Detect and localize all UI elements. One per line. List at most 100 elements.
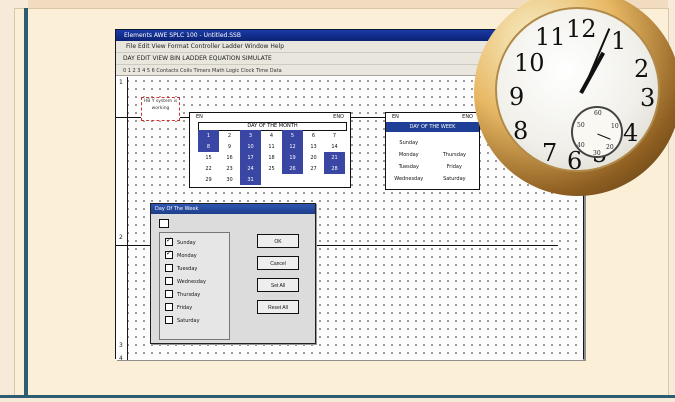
- weekday-option[interactable]: Monday: [165, 248, 229, 261]
- rung-number: 1: [119, 79, 123, 86]
- week-en-label: EN: [392, 114, 399, 120]
- checkbox-icon[interactable]: [165, 302, 173, 311]
- seconds-subdial: 60 10 20 30 40 50: [571, 106, 623, 158]
- month-day-cell[interactable]: 12: [282, 141, 303, 152]
- reset-all-button[interactable]: Reset All: [257, 300, 299, 314]
- weekday-option[interactable]: Tuesday: [165, 263, 229, 274]
- checkbox-icon[interactable]: [165, 235, 173, 246]
- month-eno-label: ENO: [333, 114, 344, 120]
- month-day-cell[interactable]: 8: [198, 141, 219, 152]
- screenshot-frame: Elements AWE SPLC 100 - Untitled.SSB Fil…: [0, 0, 675, 402]
- month-day-cell[interactable]: 2: [219, 130, 240, 141]
- weekday-option[interactable]: Sunday: [165, 235, 229, 248]
- dialog-title[interactable]: Day Of The Week: [151, 204, 315, 214]
- calendar-icon: [159, 219, 169, 228]
- month-day-cell[interactable]: 18: [261, 152, 282, 163]
- month-day-cell[interactable]: [282, 174, 303, 185]
- month-day-cell[interactable]: 24: [240, 163, 261, 174]
- weekday-label: Thursday: [177, 292, 201, 298]
- bottom-accent-rule: [0, 395, 675, 398]
- month-day-cell[interactable]: 3: [240, 130, 261, 141]
- cancel-button[interactable]: Cancel: [257, 256, 299, 270]
- subdial-number: 20: [606, 144, 614, 151]
- month-day-cell[interactable]: 13: [303, 141, 324, 152]
- week-block-header: EN ENO: [386, 113, 479, 121]
- month-day-cell[interactable]: 19: [282, 152, 303, 163]
- week-day-label: [432, 132, 478, 144]
- weekday-label: Saturday: [177, 318, 200, 324]
- day-of-week-dialog[interactable]: Day Of The Week Sunday Monday Tuesday We…: [150, 203, 316, 344]
- month-day-cell[interactable]: 17: [240, 152, 261, 163]
- watch-number: 11: [535, 23, 566, 51]
- month-day-cell[interactable]: 10: [240, 141, 261, 152]
- month-day-cell[interactable]: 23: [219, 163, 240, 174]
- month-day-cell[interactable]: 9: [219, 141, 240, 152]
- ladder-left-rail: 1 2 3 4: [116, 77, 128, 360]
- month-day-cell[interactable]: 6: [303, 130, 324, 141]
- week-day-label: Wednesday: [394, 176, 424, 182]
- week-day-label: Thursday: [442, 152, 466, 158]
- week-days-grid: Sunday Monday Thursday Tuesday Friday Wedn…: [386, 132, 479, 185]
- month-day-cell[interactable]: 11: [261, 141, 282, 152]
- week-day-label: Monday: [398, 152, 419, 158]
- weekday-label: Sunday: [177, 240, 196, 246]
- watch-number: 3: [640, 84, 656, 112]
- weekday-label: Friday: [177, 305, 193, 311]
- watch-number: 7: [542, 139, 558, 167]
- subdial-number: 10: [611, 123, 619, 130]
- watch-number: 4: [623, 119, 639, 147]
- month-day-cell[interactable]: 4: [261, 130, 282, 141]
- day-of-week-block[interactable]: EN ENO DAY OF THE WEEK Sunday Monday Thur…: [385, 112, 480, 190]
- rung-number: 2: [119, 234, 123, 241]
- month-day-cell[interactable]: 26: [282, 163, 303, 174]
- month-day-cell[interactable]: 20: [303, 152, 324, 163]
- month-day-cell[interactable]: 31: [240, 174, 261, 185]
- contact-comment[interactable]: HB Y system is working: [141, 97, 180, 121]
- month-day-cell[interactable]: 29: [198, 174, 219, 185]
- month-day-cell[interactable]: 5: [282, 130, 303, 141]
- month-day-cell[interactable]: 15: [198, 152, 219, 163]
- set-all-button[interactable]: Set All: [257, 278, 299, 292]
- watch-number: 2: [634, 55, 650, 83]
- month-day-cell[interactable]: [303, 174, 324, 185]
- month-day-cell[interactable]: 21: [324, 152, 345, 163]
- month-day-cell[interactable]: 30: [219, 174, 240, 185]
- subdial-number: 30: [593, 150, 601, 157]
- month-calendar: 1 2 3 4 5 6 7 8 9 10 11 12 13 14 15 16 1…: [198, 130, 345, 185]
- month-day-cell[interactable]: 7: [324, 130, 345, 141]
- week-day-label: Friday: [446, 164, 462, 170]
- weekday-label: Tuesday: [177, 266, 198, 272]
- weekday-option[interactable]: Thursday: [165, 289, 229, 300]
- month-day-cell[interactable]: 28: [324, 163, 345, 174]
- month-day-cell[interactable]: [324, 174, 345, 185]
- week-day-label: Sunday: [399, 140, 419, 146]
- weekday-option[interactable]: Friday: [165, 302, 229, 313]
- subdial-number: 50: [577, 122, 585, 129]
- checkbox-icon[interactable]: [165, 263, 173, 272]
- checkbox-icon[interactable]: [165, 248, 173, 259]
- day-of-month-block[interactable]: EN ENO DAY OF THE MONTH 1 2 3 4 5 6 7 8 …: [189, 112, 351, 188]
- month-day-cell[interactable]: 22: [198, 163, 219, 174]
- subdial-hand: [597, 133, 611, 140]
- checkbox-icon[interactable]: [165, 289, 173, 298]
- subdial-number: 60: [594, 110, 602, 117]
- week-day-label: Saturday: [443, 176, 466, 182]
- month-day-cell[interactable]: 14: [324, 141, 345, 152]
- ok-button[interactable]: OK: [257, 234, 299, 248]
- watch-number: 6: [567, 147, 583, 175]
- rung-number: 3: [119, 342, 123, 349]
- month-day-cell[interactable]: 27: [303, 163, 324, 174]
- weekday-option[interactable]: Saturday: [165, 315, 229, 326]
- checkbox-icon[interactable]: [165, 315, 173, 324]
- checkbox-icon[interactable]: [165, 276, 173, 285]
- watch-number: 12: [566, 15, 597, 43]
- weekday-option[interactable]: Wednesday: [165, 276, 229, 287]
- watch-face: 12 1 2 3 4 5 6 7 8 9 10 11 60 10 20 30 4…: [495, 7, 660, 175]
- weekday-label: Wednesday: [177, 279, 206, 285]
- month-day-cell[interactable]: [261, 174, 282, 185]
- month-day-cell[interactable]: 16: [219, 152, 240, 163]
- month-day-cell[interactable]: 1: [198, 130, 219, 141]
- watch-number: 8: [513, 117, 529, 145]
- week-title: DAY OF THE WEEK: [386, 122, 479, 132]
- month-day-cell[interactable]: 25: [261, 163, 282, 174]
